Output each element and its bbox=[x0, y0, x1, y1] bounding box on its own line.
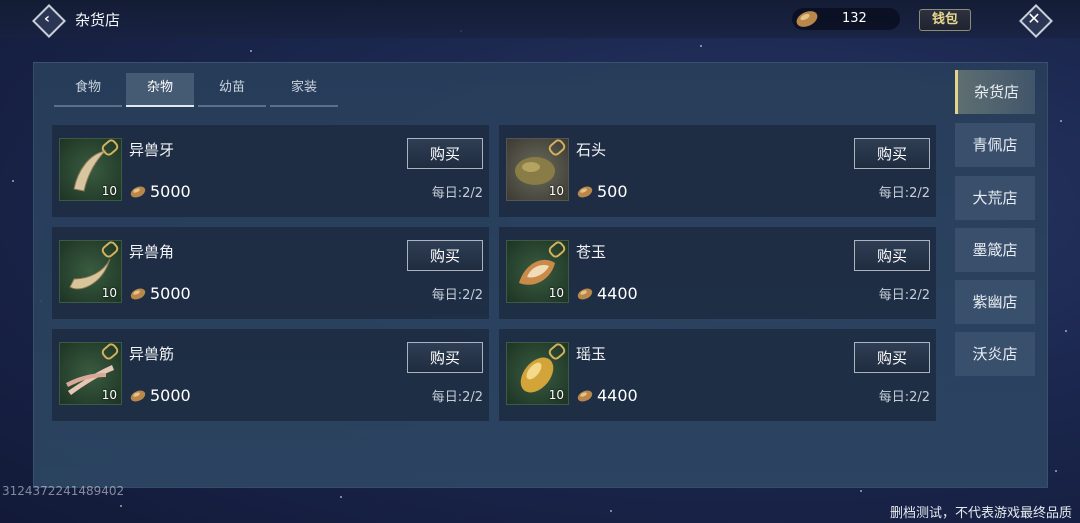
stone-icon: 10 bbox=[506, 138, 569, 201]
item-card-beast-tooth: 10 异兽牙 5000 购买 每日:2/2 bbox=[52, 125, 489, 217]
test-disclaimer: 删档测试，不代表游戏最终品质 bbox=[889, 506, 1072, 521]
item-price: 500 bbox=[576, 182, 628, 201]
shop-tab-dahuang[interactable]: 大荒店 bbox=[955, 176, 1035, 220]
cang-jade-icon: 10 bbox=[506, 240, 569, 303]
daily-limit: 每日:2/2 bbox=[878, 288, 930, 303]
item-price: 5000 bbox=[129, 386, 191, 405]
shop-tab-woyan[interactable]: 沃炎店 bbox=[955, 332, 1035, 376]
item-name: 瑶玉 bbox=[576, 345, 607, 363]
back-button[interactable]: ‹ bbox=[31, 3, 66, 38]
item-name: 异兽牙 bbox=[129, 141, 175, 159]
tab-misc[interactable]: 杂物 bbox=[126, 73, 194, 107]
top-bar: ‹ 杂货店 132 钱包 ✕ bbox=[0, 0, 1080, 38]
beast-tooth-icon: 10 bbox=[59, 138, 122, 201]
item-card-yao-jade: 10 瑶玉 4400 购买 每日:2/2 bbox=[499, 329, 936, 421]
seed-currency-icon bbox=[130, 186, 146, 198]
item-price: 5000 bbox=[129, 284, 191, 303]
item-name: 石头 bbox=[576, 141, 607, 159]
beast-tendon-icon: 10 bbox=[59, 342, 122, 405]
shop-tab-qingpei[interactable]: 青佩店 bbox=[955, 123, 1035, 167]
back-arrow-icon: ‹ bbox=[44, 11, 50, 27]
shop-panel: 食物 杂物 幼苗 家装 10 异兽牙 5000 购买 每日:2/2 10 石头 … bbox=[33, 62, 1048, 488]
item-card-beast-tendon: 10 异兽筋 5000 购买 每日:2/2 bbox=[52, 329, 489, 421]
yao-jade-icon: 10 bbox=[506, 342, 569, 405]
item-price: 5000 bbox=[129, 182, 191, 201]
item-card-cang-jade: 10 苍玉 4400 购买 每日:2/2 bbox=[499, 227, 936, 319]
item-card-beast-horn: 10 异兽角 5000 购买 每日:2/2 bbox=[52, 227, 489, 319]
daily-limit: 每日:2/2 bbox=[431, 390, 483, 405]
buy-button[interactable]: 购买 bbox=[407, 138, 483, 169]
item-card-stone: 10 石头 500 购买 每日:2/2 bbox=[499, 125, 936, 217]
item-name: 异兽筋 bbox=[129, 345, 175, 363]
user-id: 3124372241489402 bbox=[2, 484, 125, 498]
close-button[interactable]: ✕ bbox=[1018, 3, 1053, 38]
buy-button[interactable]: 购买 bbox=[407, 240, 483, 271]
daily-limit: 每日:2/2 bbox=[431, 186, 483, 201]
daily-limit: 每日:2/2 bbox=[431, 288, 483, 303]
seed-currency-icon bbox=[577, 288, 593, 300]
beast-horn-icon: 10 bbox=[59, 240, 122, 303]
currency-amount: 132 bbox=[842, 11, 867, 26]
shop-tab-mozhen[interactable]: 墨箴店 bbox=[955, 228, 1035, 272]
item-price: 4400 bbox=[576, 284, 638, 303]
seed-currency-icon bbox=[130, 288, 146, 300]
seed-currency-icon bbox=[577, 186, 593, 198]
buy-button[interactable]: 购买 bbox=[854, 240, 930, 271]
tab-furnishing[interactable]: 家装 bbox=[270, 73, 338, 107]
buy-button[interactable]: 购买 bbox=[854, 342, 930, 373]
seed-currency-icon bbox=[130, 390, 146, 402]
close-icon: ✕ bbox=[1027, 9, 1041, 28]
seed-currency-icon bbox=[577, 390, 593, 402]
buy-button[interactable]: 购买 bbox=[407, 342, 483, 373]
shop-tab-ziyou[interactable]: 紫幽店 bbox=[955, 280, 1035, 324]
page-title: 杂货店 bbox=[75, 11, 121, 29]
tab-seedlings[interactable]: 幼苗 bbox=[198, 73, 266, 107]
item-price: 4400 bbox=[576, 386, 638, 405]
item-name: 苍玉 bbox=[576, 243, 607, 261]
currency-display: 132 bbox=[792, 8, 900, 30]
tab-food[interactable]: 食物 bbox=[54, 73, 122, 107]
daily-limit: 每日:2/2 bbox=[878, 186, 930, 201]
item-name: 异兽角 bbox=[129, 243, 175, 261]
seed-currency-icon bbox=[796, 11, 818, 27]
buy-button[interactable]: 购买 bbox=[854, 138, 930, 169]
wallet-button[interactable]: 钱包 bbox=[919, 9, 971, 31]
daily-limit: 每日:2/2 bbox=[878, 390, 930, 405]
shop-tab-general-store[interactable]: 杂货店 bbox=[955, 70, 1035, 114]
